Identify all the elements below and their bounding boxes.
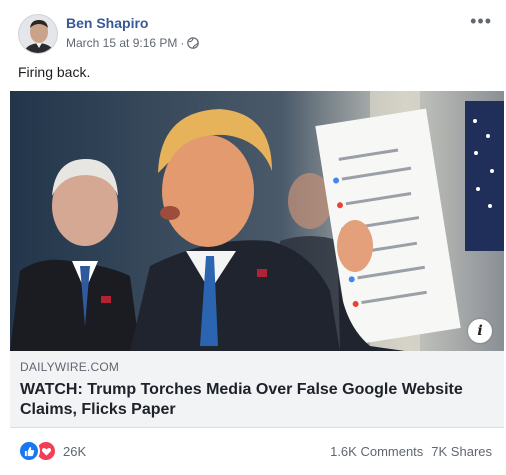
reaction-count: 26K: [63, 443, 87, 459]
engagement-stats: 1.6K Comments 7K Shares: [330, 444, 492, 459]
post-header: Ben Shapiro March 15 at 9:16 PM · •••: [18, 12, 498, 56]
meta-separator: ·: [180, 36, 185, 50]
more-options-icon[interactable]: •••: [470, 12, 492, 30]
post-meta: March 15 at 9:16 PM ·: [66, 36, 200, 50]
like-reaction-icon: [18, 440, 40, 462]
shares-count[interactable]: 7K Shares: [431, 444, 492, 459]
link-headline[interactable]: WATCH: Trump Torches Media Over False Go…: [20, 380, 494, 420]
info-icon[interactable]: i: [468, 319, 492, 343]
post-text: Firing back.: [18, 64, 91, 80]
post-card: Ben Shapiro March 15 at 9:16 PM · ••• Fi…: [0, 0, 506, 475]
link-preview-details[interactable]: DAILYWIRE.COM WATCH: Trump Torches Media…: [10, 351, 504, 428]
link-domain: DAILYWIRE.COM: [20, 360, 120, 374]
globe-icon[interactable]: [187, 37, 200, 49]
link-preview-image[interactable]: i: [10, 91, 504, 351]
news-photo: [10, 91, 504, 351]
author-avatar[interactable]: [18, 14, 58, 54]
reactions-summary[interactable]: 26K: [18, 440, 86, 462]
post-timestamp[interactable]: March 15 at 9:16 PM: [66, 36, 177, 50]
author-name[interactable]: Ben Shapiro: [66, 15, 148, 31]
engagement-bar: 26K 1.6K Comments 7K Shares: [18, 436, 492, 464]
comments-count[interactable]: 1.6K Comments: [330, 444, 423, 459]
